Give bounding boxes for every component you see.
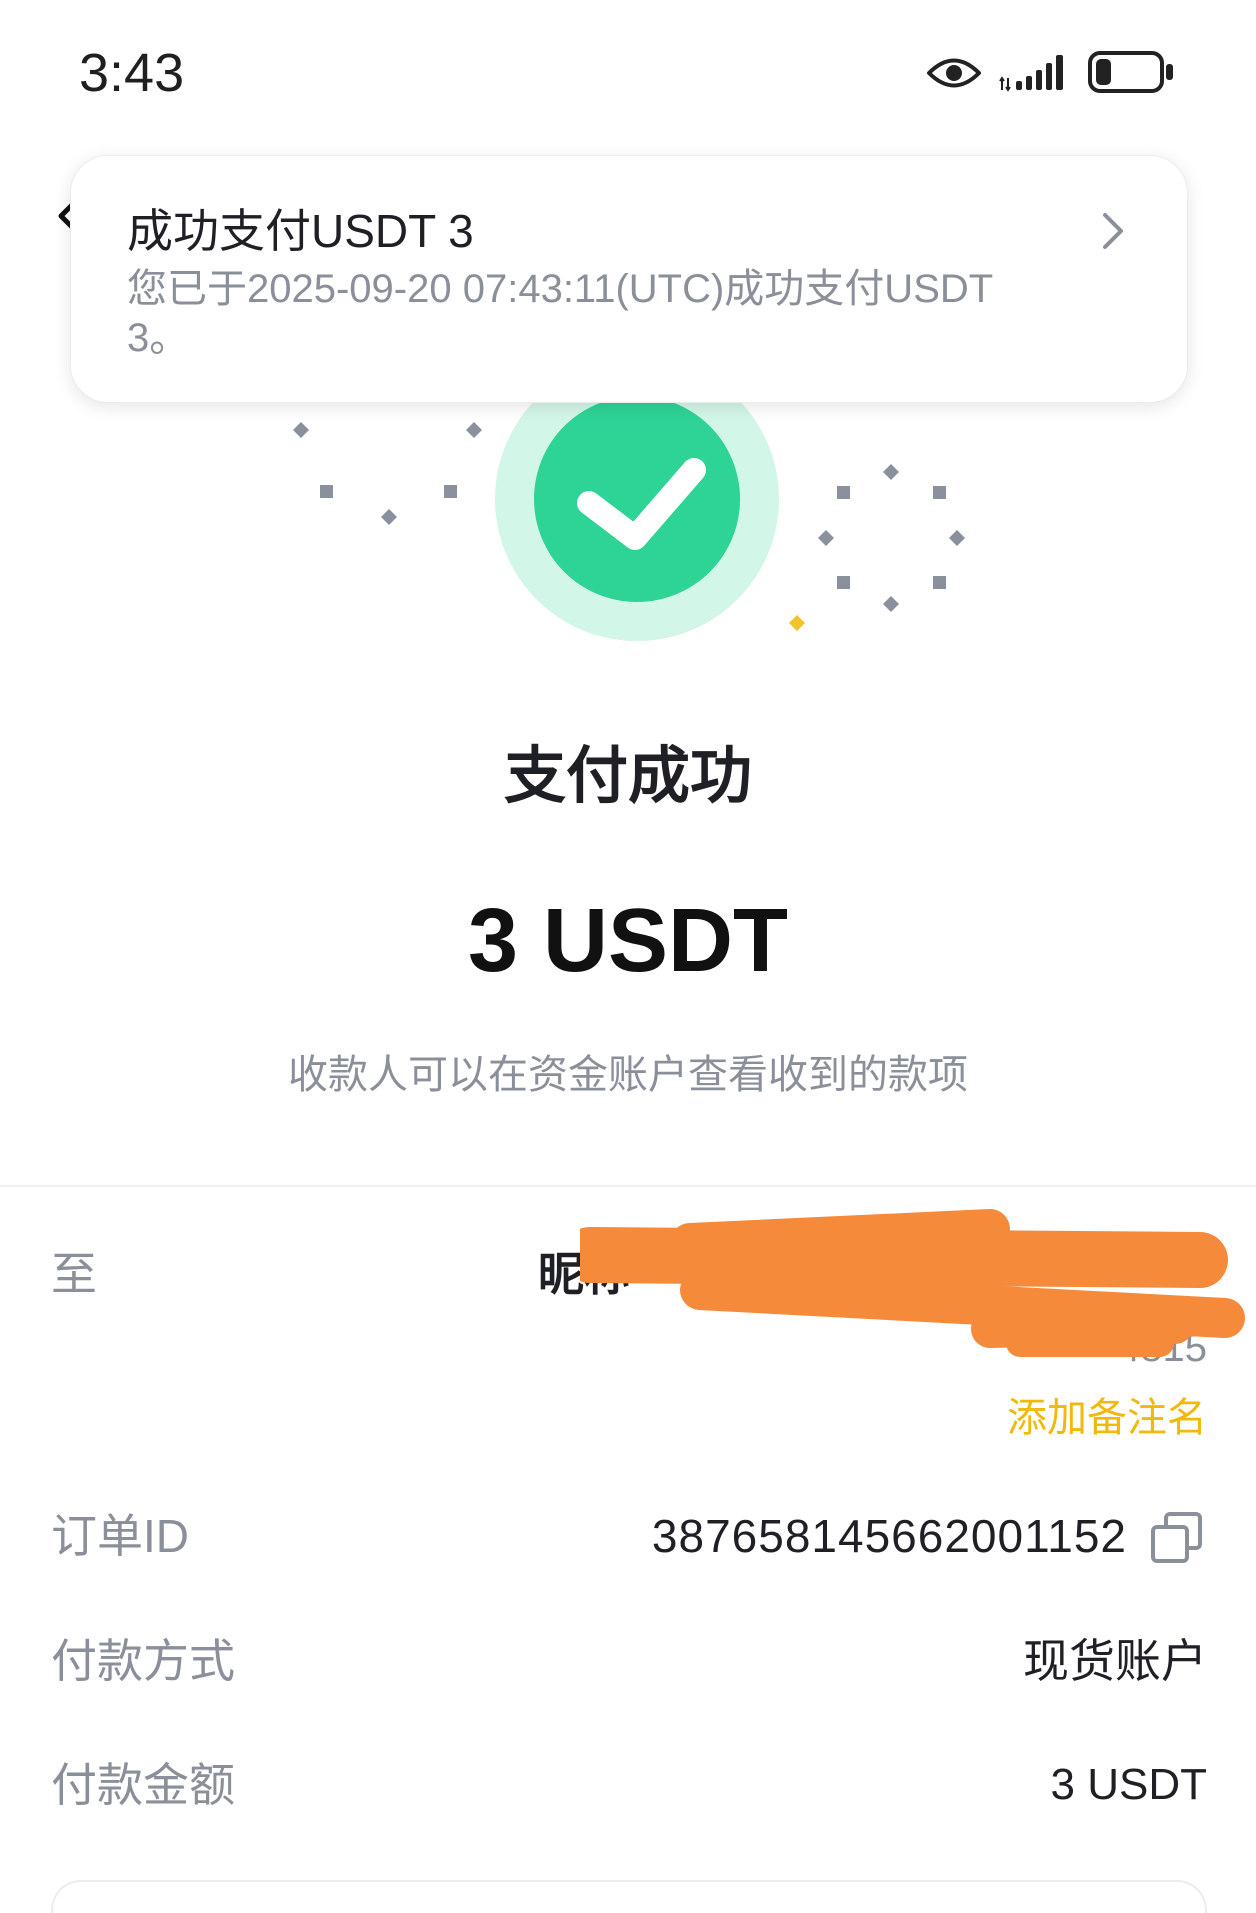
notification-message-line: 您已于2025-09-20 07:43:11(UTC)成功支付USDT	[127, 267, 994, 311]
payment-amount-label: 付款金额	[51, 1759, 235, 1811]
payment-notification[interactable]: 成功支付USDT 3 您已于2025-09-20 07:43:11(UTC)成功…	[70, 155, 1188, 403]
confetti-diamond	[466, 422, 482, 438]
section-divider	[0, 1185, 1256, 1187]
chevron-right-icon[interactable]	[1099, 209, 1127, 253]
confetti-square	[444, 485, 457, 498]
bottom-card	[51, 1880, 1207, 1913]
order-id-value: 387658145662001152	[651, 1510, 1127, 1562]
signal-icon	[999, 55, 1063, 92]
confetti-square	[320, 485, 333, 498]
confetti-diamond-yellow	[789, 615, 805, 631]
copy-icon[interactable]	[1149, 1510, 1204, 1565]
add-remark-link[interactable]: 添加备注名	[1007, 1393, 1207, 1443]
battery-fill	[1096, 59, 1111, 85]
confetti-diamond	[883, 596, 899, 612]
confetti-diamond	[293, 422, 309, 438]
confetti-square	[837, 576, 850, 589]
payment-note: 收款人可以在资金账户查看收到的款项	[288, 1053, 968, 1097]
status-time: 3:43	[79, 43, 185, 103]
payment-amount-value: 3 USDT	[1050, 1760, 1207, 1809]
payment-method-value: 现货账户	[1023, 1635, 1207, 1687]
payment-amount: 3 USDT	[467, 891, 789, 991]
redaction-scribble	[580, 1209, 1245, 1357]
eye-icon	[927, 58, 981, 88]
confetti-square	[933, 486, 946, 499]
confetti-square	[933, 576, 946, 589]
confetti-diamond	[883, 464, 899, 480]
recipient-label: 至	[51, 1248, 97, 1300]
confetti-diamond	[818, 530, 834, 546]
notification-title: 成功支付USDT 3	[127, 205, 474, 257]
confetti-square	[837, 486, 850, 499]
confetti-diamond	[381, 509, 397, 525]
order-id-label: 订单ID	[51, 1510, 189, 1562]
payment-method-label: 付款方式	[51, 1635, 235, 1687]
notification-message-line: 3。	[127, 316, 190, 360]
confetti-diamond	[949, 530, 965, 546]
battery-icon	[1088, 51, 1173, 93]
payment-status-title: 支付成功	[503, 742, 752, 811]
success-inner-circle	[534, 396, 740, 602]
